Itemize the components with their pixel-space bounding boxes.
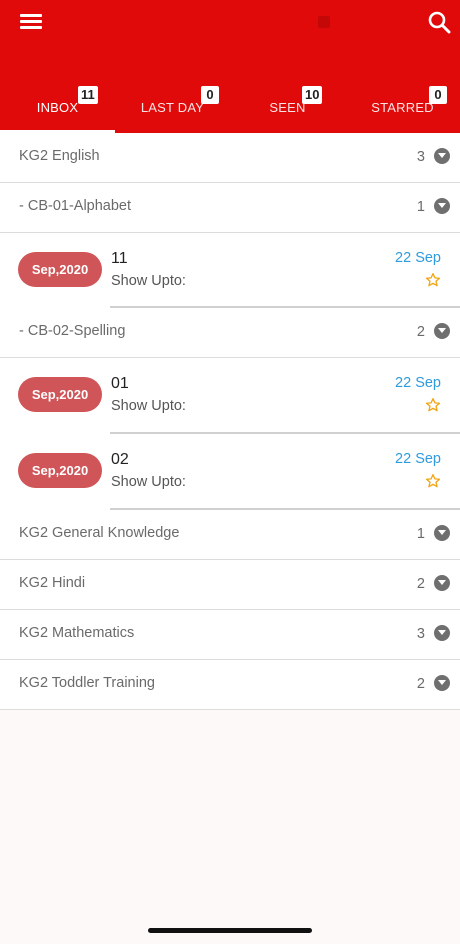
group-title: - CB-02-Spelling xyxy=(19,323,126,339)
hamburger-menu-icon[interactable] xyxy=(20,12,44,32)
message-date: 22 Sep xyxy=(395,250,441,266)
message-date: 22 Sep xyxy=(395,375,441,391)
message-title: 01 xyxy=(111,375,129,392)
group-title: KG2 Toddler Training xyxy=(19,675,155,691)
message-row-02[interactable]: Sep,2020 02 Show Upto: 22 Sep xyxy=(0,434,460,510)
group-count: 3 xyxy=(416,149,425,165)
chevron-down-icon[interactable] xyxy=(434,198,450,214)
group-count: 2 xyxy=(416,576,425,592)
group-title: KG2 Hindi xyxy=(19,575,86,591)
home-indicator[interactable] xyxy=(148,928,312,933)
message-row-01[interactable]: Sep,2020 01 Show Upto: 22 Sep xyxy=(0,358,460,434)
group-count: 1 xyxy=(416,199,425,215)
tab-starred-count: 0 xyxy=(429,86,447,104)
star-icon[interactable] xyxy=(425,473,441,489)
tab-seen-label: SEEN xyxy=(269,100,306,115)
message-title: 11 xyxy=(111,250,128,267)
tab-inbox[interactable]: INBOX 11 xyxy=(0,82,115,133)
group-count: 1 xyxy=(416,526,425,542)
status-icon xyxy=(318,16,330,28)
group-title: KG2 Mathematics xyxy=(19,625,135,641)
tab-inbox-count: 11 xyxy=(78,86,98,104)
message-subtitle: Show Upto: xyxy=(111,273,186,289)
group-row-kg2-hindi[interactable]: KG2 Hindi 2 xyxy=(0,560,460,610)
divider xyxy=(0,709,460,710)
chevron-down-icon[interactable] xyxy=(434,625,450,641)
group-count: 3 xyxy=(416,626,425,642)
chevron-down-icon[interactable] xyxy=(434,525,450,541)
message-title: 02 xyxy=(111,451,129,468)
tab-seen[interactable]: SEEN 10 xyxy=(230,82,345,133)
group-count: 2 xyxy=(416,676,425,692)
group-count: 2 xyxy=(416,324,425,340)
group-title: KG2 General Knowledge xyxy=(19,525,180,541)
app-bar: INBOX 11 LAST DAY 0 SEEN 10 STARRED 0 xyxy=(0,0,460,133)
message-date: 22 Sep xyxy=(395,451,441,467)
message-row-11[interactable]: Sep,2020 11 Show Upto: 22 Sep xyxy=(0,233,460,308)
tab-bar: INBOX 11 LAST DAY 0 SEEN 10 STARRED 0 xyxy=(0,82,460,133)
star-icon[interactable] xyxy=(425,272,441,288)
group-row-kg2-mathematics[interactable]: KG2 Mathematics 3 xyxy=(0,610,460,660)
chevron-down-icon[interactable] xyxy=(434,148,450,164)
group-title: KG2 English xyxy=(19,148,100,164)
tab-last-day-count: 0 xyxy=(201,86,219,104)
search-icon[interactable] xyxy=(427,10,451,34)
month-badge: Sep,2020 xyxy=(18,453,102,488)
group-row-cb-02-spelling[interactable]: - CB-02-Spelling 2 xyxy=(0,308,460,358)
month-badge: Sep,2020 xyxy=(18,377,102,412)
group-row-kg2-general-knowledge[interactable]: KG2 General Knowledge 1 xyxy=(0,510,460,560)
group-row-cb-01-alphabet[interactable]: - CB-01-Alphabet 1 xyxy=(0,183,460,233)
tab-seen-count: 10 xyxy=(302,86,323,104)
chevron-down-icon[interactable] xyxy=(434,675,450,691)
tab-last-day[interactable]: LAST DAY 0 xyxy=(115,82,230,133)
chevron-down-icon[interactable] xyxy=(434,575,450,591)
tab-inbox-label: INBOX xyxy=(36,100,79,115)
tab-starred[interactable]: STARRED 0 xyxy=(345,82,460,133)
message-subtitle: Show Upto: xyxy=(111,398,186,414)
group-row-kg2-toddler-training[interactable]: KG2 Toddler Training 2 xyxy=(0,660,460,710)
star-icon[interactable] xyxy=(425,397,441,413)
message-subtitle: Show Upto: xyxy=(111,474,186,490)
month-badge: Sep,2020 xyxy=(18,252,102,287)
chevron-down-icon[interactable] xyxy=(434,323,450,339)
group-row-kg2-english[interactable]: KG2 English 3 xyxy=(0,133,460,183)
group-title: - CB-01-Alphabet xyxy=(19,198,132,214)
